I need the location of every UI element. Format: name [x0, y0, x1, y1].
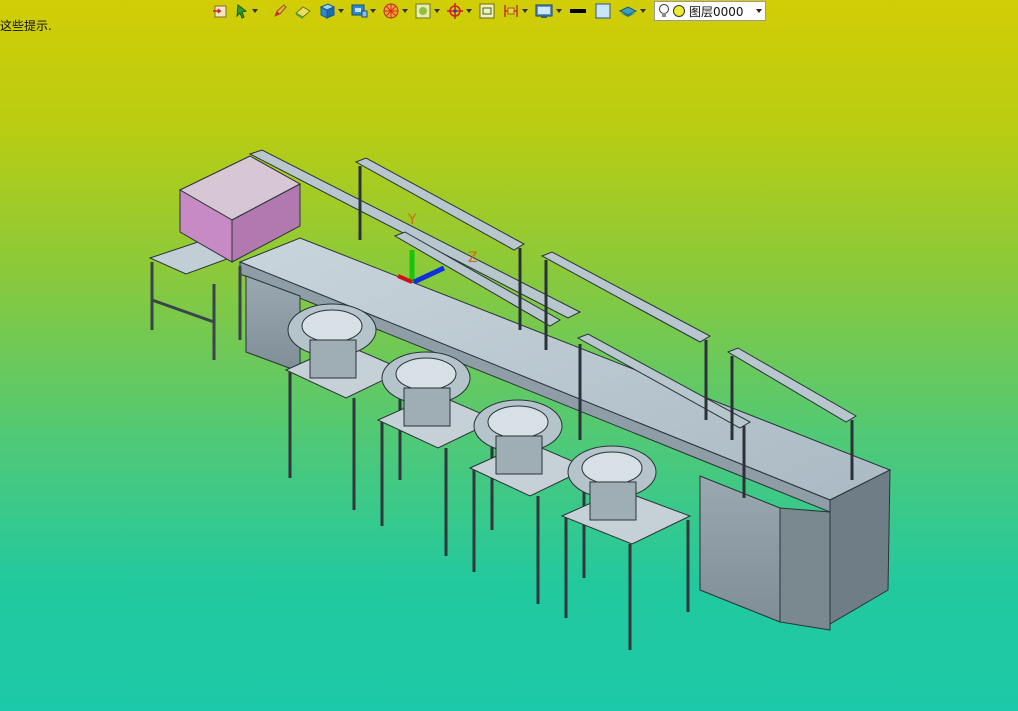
chevron-down-icon [556, 9, 562, 13]
axis-y-label: Y [407, 212, 417, 228]
view-cube-button[interactable] [316, 1, 346, 21]
line-color-icon [570, 9, 586, 13]
fit-view-icon [479, 3, 495, 19]
chevron-down-icon [756, 9, 762, 13]
chevron-down-icon [640, 9, 646, 13]
select-button[interactable] [232, 1, 260, 21]
lightbulb-icon [659, 4, 669, 17]
machine-assembly [148, 149, 892, 650]
color-wheel-icon [383, 3, 399, 19]
line-color-button[interactable] [566, 1, 590, 21]
fit-view-button[interactable] [476, 1, 498, 21]
select-icon [236, 4, 248, 19]
color-button[interactable] [380, 1, 410, 21]
chevron-down-icon [402, 9, 408, 13]
render-button[interactable] [412, 1, 442, 21]
display-mode-icon [351, 4, 368, 18]
fill-color-button[interactable] [592, 1, 614, 21]
erase-button[interactable] [292, 1, 314, 21]
section-button[interactable] [500, 1, 530, 21]
sketch-button[interactable] [270, 1, 290, 21]
chevron-down-icon [252, 9, 258, 13]
layer-name: 图层0000 [689, 4, 744, 19]
snap-button[interactable] [444, 1, 474, 21]
display-settings-button[interactable] [532, 1, 564, 21]
chevron-down-icon [434, 9, 440, 13]
display-settings-icon [535, 4, 553, 18]
3d-viewport[interactable]: Y Z [0, 0, 1018, 711]
layers-icon [618, 6, 638, 17]
cube-view-icon [319, 3, 336, 19]
display-mode-button[interactable] [348, 1, 378, 21]
view-toolbar: 图层0000 [210, 0, 766, 22]
chevron-down-icon [466, 9, 472, 13]
eraser-icon [295, 6, 311, 19]
section-icon [504, 5, 518, 17]
chevron-down-icon [338, 9, 344, 13]
status-hint: 这些提示. [0, 19, 52, 33]
render-icon [415, 3, 431, 19]
fill-color-icon [595, 3, 611, 19]
pencil-icon [274, 4, 287, 17]
layer-select[interactable]: 图层0000 [654, 1, 766, 21]
layers-button[interactable] [616, 1, 648, 21]
layer-color-icon [673, 5, 685, 17]
chevron-down-icon [522, 9, 528, 13]
import-button[interactable] [210, 1, 230, 21]
crosshair-icon [447, 3, 463, 19]
chevron-down-icon [370, 9, 376, 13]
import-icon [213, 5, 227, 18]
axis-z-label: Z [468, 250, 478, 266]
